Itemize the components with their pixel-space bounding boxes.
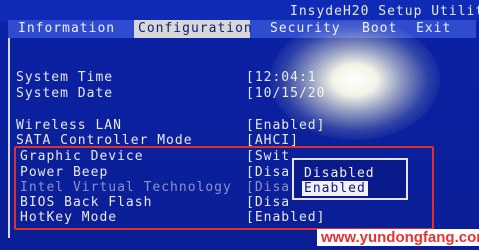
tab-configuration[interactable]: Configuration <box>134 20 252 38</box>
tab-boot[interactable]: Boot <box>358 20 401 38</box>
wireless-lan-value[interactable]: [Enabled] <box>246 118 325 133</box>
bios-screen: InsydeH20 Setup Utility Information Conf… <box>0 0 479 250</box>
option-popup: Disabled Enabled <box>292 158 408 200</box>
option-enabled[interactable]: Enabled <box>302 181 368 196</box>
watermark: www.yundongfang.com <box>317 229 479 246</box>
tab-bar: Information Configuration Security Boot … <box>8 20 476 38</box>
tab-exit[interactable]: Exit <box>412 20 455 38</box>
system-time-label: System Time <box>16 70 114 85</box>
tab-information[interactable]: Information <box>14 20 119 38</box>
title-bar: InsydeH20 Setup Utility <box>0 0 479 22</box>
option-disabled[interactable]: Disabled <box>304 166 375 181</box>
tab-security[interactable]: Security <box>266 20 345 38</box>
wireless-lan-label: Wireless LAN <box>16 118 122 133</box>
system-date-label: System Date <box>16 86 114 101</box>
system-time-value[interactable]: [12:04:1 <box>246 70 317 85</box>
app-title: InsydeH20 Setup Utility <box>290 4 479 19</box>
system-date-value[interactable]: [10/15/20 <box>246 86 325 101</box>
